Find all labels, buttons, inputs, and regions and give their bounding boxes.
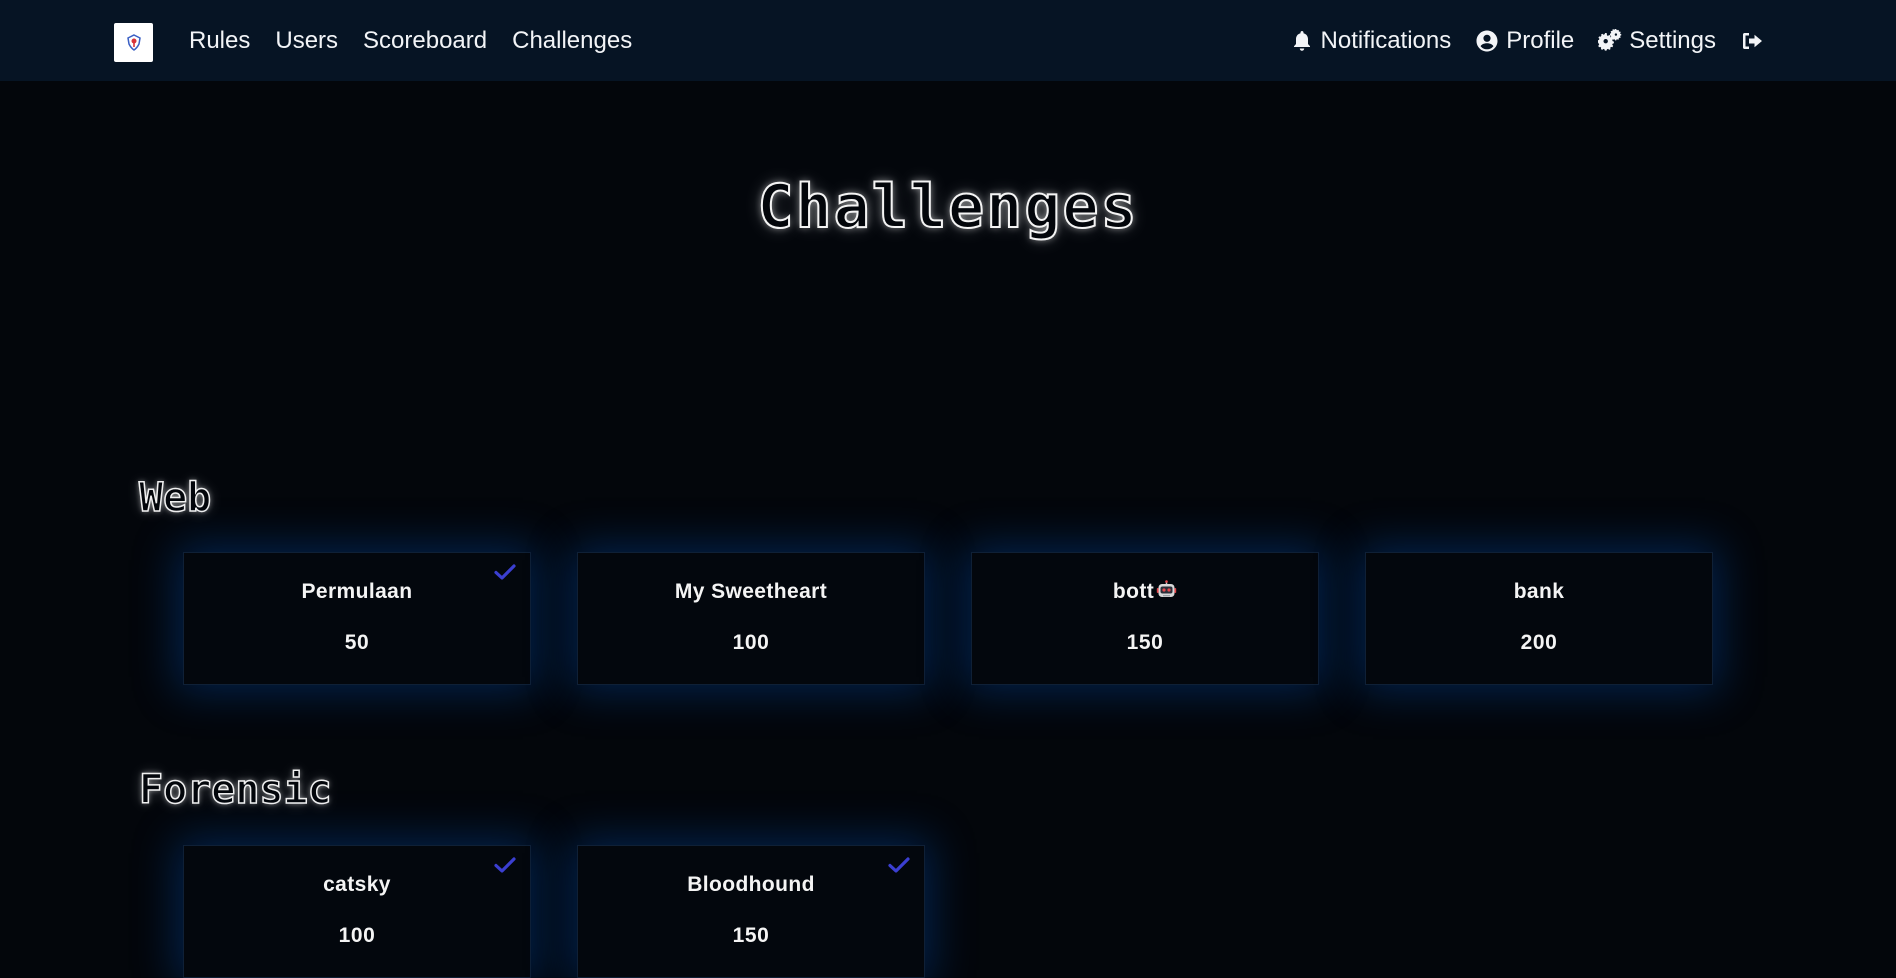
ctf-logo-icon[interactable] bbox=[114, 23, 153, 62]
challenge-points: 150 bbox=[732, 924, 770, 947]
top-navbar: Rules Users Scoreboard Challenges Notifi… bbox=[0, 0, 1896, 81]
challenge-card-bank[interactable]: bank 200 bbox=[1365, 552, 1713, 685]
challenge-points: 200 bbox=[1520, 631, 1558, 654]
challenge-card-bloodhound[interactable]: Bloodhound 150 bbox=[577, 845, 925, 978]
solved-check-icon bbox=[494, 856, 516, 874]
challenge-name-wrap: bott bbox=[1113, 580, 1177, 604]
challenge-points: 100 bbox=[732, 631, 770, 654]
nav-link-notifications[interactable]: Notifications bbox=[1290, 26, 1452, 55]
solved-check-icon bbox=[888, 856, 910, 874]
nav-link-settings[interactable]: Settings bbox=[1598, 27, 1716, 55]
notifications-label: Notifications bbox=[1320, 26, 1452, 54]
challenge-points: 50 bbox=[344, 631, 370, 654]
challenge-points: 100 bbox=[338, 924, 376, 947]
nav-right-links: Notifications Profile Settings bbox=[1266, 0, 1764, 81]
challenge-name: My Sweetheart bbox=[674, 580, 828, 603]
settings-label: Settings bbox=[1629, 26, 1716, 54]
challenge-row-forensic: catsky 100 Bloodhound 150 bbox=[183, 845, 925, 978]
challenge-card-catsky[interactable]: catsky 100 bbox=[183, 845, 531, 978]
nav-link-challenges[interactable]: Challenges bbox=[512, 27, 632, 55]
nav-left-links: Rules Users Scoreboard Challenges bbox=[189, 0, 657, 81]
nav-link-users[interactable]: Users bbox=[275, 27, 338, 55]
nav-link-scoreboard[interactable]: Scoreboard bbox=[363, 27, 487, 55]
challenge-card-my-sweetheart[interactable]: My Sweetheart 100 bbox=[577, 552, 925, 685]
category-title-web: Web bbox=[138, 474, 212, 522]
logout-icon bbox=[1740, 29, 1764, 53]
challenge-card-bott[interactable]: bott 150 bbox=[971, 552, 1319, 685]
challenge-card-permulaan[interactable]: Permulaan 50 bbox=[183, 552, 531, 685]
challenge-name: bott bbox=[1112, 580, 1155, 603]
challenge-name: Permulaan bbox=[301, 580, 413, 603]
nav-link-rules[interactable]: Rules bbox=[189, 27, 250, 55]
challenge-points: 150 bbox=[1126, 631, 1164, 654]
challenge-name: Bloodhound bbox=[687, 873, 815, 896]
nav-link-logout[interactable] bbox=[1740, 29, 1764, 53]
robot-icon bbox=[1156, 580, 1177, 601]
category-title-forensic: Forensic bbox=[138, 766, 332, 814]
page-title: Challenges bbox=[756, 171, 1139, 243]
challenge-name: bank bbox=[1513, 580, 1565, 603]
solved-check-icon bbox=[494, 563, 516, 581]
nav-link-profile[interactable]: Profile bbox=[1475, 27, 1574, 55]
profile-label: Profile bbox=[1506, 26, 1575, 54]
user-circle-icon bbox=[1475, 29, 1499, 53]
challenge-row-web: Permulaan 50 My Sweetheart 100 bott 150 … bbox=[183, 552, 1713, 685]
bell-icon bbox=[1290, 29, 1314, 53]
gears-icon bbox=[1598, 28, 1622, 53]
challenge-name: catsky bbox=[323, 873, 391, 896]
